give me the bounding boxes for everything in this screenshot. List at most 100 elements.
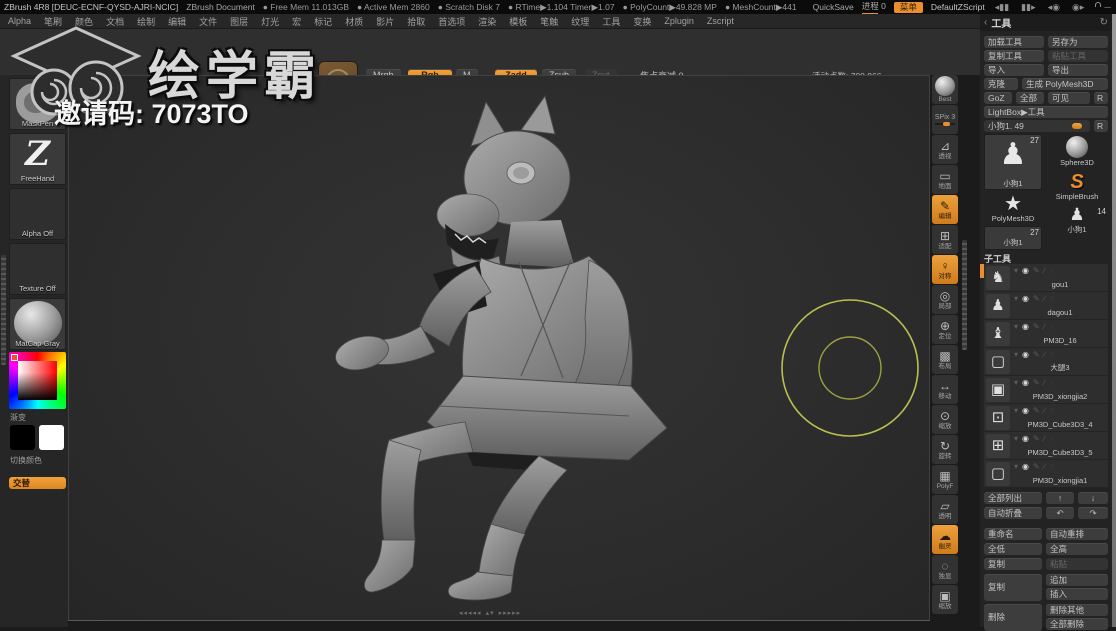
undo-arrow-button[interactable]: ↶ [1046, 507, 1074, 519]
chevron-down-icon[interactable]: ▾ [1014, 266, 1018, 275]
frame-button[interactable]: ⊞ 适配 [932, 225, 958, 254]
menu-tool[interactable]: 工具 [602, 15, 620, 28]
menu-material[interactable]: 材质 [345, 15, 363, 28]
clone-button[interactable]: 克隆 [984, 78, 1018, 90]
default-zscript-button[interactable]: DefaultZScript [931, 2, 985, 12]
minimize-button[interactable]: ─ [1102, 2, 1112, 12]
pen-icon[interactable]: ∕ [1044, 322, 1045, 331]
active-tool-slider[interactable]: 小狗1. 49 [984, 120, 1090, 132]
tray-divider[interactable] [1, 255, 6, 365]
subtool-row-dagou1[interactable]: ♟ ▾ ◉ ✎ ∕ ◌ dagou1 [984, 292, 1108, 320]
goz-r-button[interactable]: R [1094, 92, 1108, 104]
ghost-button[interactable]: ☁ 幽灵 [932, 525, 958, 554]
chevron-down-icon[interactable]: ▾ [1014, 434, 1018, 443]
canvas-scroll-control[interactable]: ◂◂◂◂◂ ▴▾ ▸▸▸▸▸ [459, 609, 521, 617]
goz-visible-button[interactable]: 可见 [1048, 92, 1090, 104]
subtool-row-cube3d34[interactable]: ⊡ ▾ ◉ ✎ ∕ ◌ PM3D_Cube3D3_4 [984, 404, 1108, 432]
switch-color-label[interactable]: 切换颜色 [10, 455, 42, 466]
active-tool-thumbnail[interactable]: ♟ 27 小狗1 [984, 134, 1042, 190]
doc-zoom-button[interactable]: ▣ 缩放 [932, 585, 958, 614]
eye-icon[interactable]: ◉ [1022, 266, 1029, 275]
menu-transform[interactable]: 变换 [633, 15, 651, 28]
all-low-button[interactable]: 全低 [984, 543, 1042, 555]
goz-all-button[interactable]: 全部 [1016, 92, 1044, 104]
paint-icon[interactable]: ✎ [1033, 434, 1040, 443]
chevron-down-icon[interactable]: ▾ [1014, 350, 1018, 359]
subtool-row-cube3d35[interactable]: ⊞ ▾ ◉ ✎ ∕ ◌ PM3D_Cube3D3_5 [984, 432, 1108, 460]
solo-button[interactable]: ◌ 独显 [932, 555, 958, 584]
chevron-down-icon[interactable]: ▾ [1014, 378, 1018, 387]
subtool-row-datui3[interactable]: ▢ ▾ ◉ ✎ ∕ ◌ 大腿3 [984, 348, 1108, 376]
secondary-color-swatch[interactable] [39, 425, 64, 450]
panel-divider[interactable] [962, 240, 967, 350]
copy-subtool-button[interactable]: 复制 [984, 558, 1042, 570]
ring-icon[interactable]: ◌ [1049, 350, 1054, 359]
material-selector[interactable]: MatCap Gray [9, 298, 66, 350]
all-high-button[interactable]: 全高 [1046, 543, 1108, 555]
pen-icon[interactable]: ∕ [1044, 350, 1045, 359]
menu-alpha[interactable]: Alpha [8, 16, 31, 26]
ring-icon[interactable]: ◌ [1049, 434, 1054, 443]
floor-button[interactable]: ▭ 地面 [932, 165, 958, 194]
paste-subtool-button[interactable]: 粘贴 [1046, 558, 1108, 570]
ring-icon[interactable]: ◌ [1049, 294, 1054, 303]
transparency-button[interactable]: ▱ 透明 [932, 495, 958, 524]
view-next-icon[interactable]: ◉▸ [1070, 2, 1086, 13]
scroll-right-arrows[interactable]: ▸▸▸▸▸ [499, 609, 522, 617]
progress-slider[interactable]: 进程 0 [861, 0, 886, 15]
ring-icon[interactable]: ◌ [1049, 266, 1054, 275]
tool-item-polymesh3d[interactable]: ★ PolyMesh3D [984, 194, 1042, 223]
rotate-button[interactable]: ↻ 旋转 [932, 435, 958, 464]
chevron-down-icon[interactable]: ▾ [1014, 462, 1018, 471]
eye-icon[interactable]: ◉ [1022, 322, 1029, 331]
menu-color[interactable]: 颜色 [75, 15, 93, 28]
menu-brush[interactable]: 笔刷 [44, 15, 62, 28]
gyro-button[interactable]: ⊕ 定位 [932, 315, 958, 344]
brush-selector[interactable]: MaskPen [9, 78, 66, 130]
eye-icon[interactable]: ◉ [1022, 378, 1029, 387]
menu-movie[interactable]: 影片 [376, 15, 394, 28]
chevron-down-icon[interactable]: ▾ [1014, 294, 1018, 303]
insert-button[interactable]: 插入 [1046, 588, 1108, 600]
paint-icon[interactable]: ✎ [1033, 462, 1040, 471]
paint-icon[interactable]: ✎ [1033, 294, 1040, 303]
eye-icon[interactable]: ◉ [1022, 294, 1029, 303]
color-picker-square[interactable] [18, 361, 57, 400]
pen-icon[interactable]: ∕ [1044, 294, 1045, 303]
tool-item-simplebrush[interactable]: S SimpleBrush [1046, 172, 1108, 201]
delete-all-button[interactable]: 全部删除 [1046, 618, 1108, 630]
subtool-down-button[interactable]: ↓ [1078, 492, 1108, 504]
goz-button[interactable]: GoZ [984, 92, 1012, 104]
symmetry-button[interactable]: ♀ 对称 [932, 255, 958, 284]
ring-icon[interactable]: ◌ [1049, 406, 1054, 415]
menu-render[interactable]: 渲染 [478, 15, 496, 28]
menu-document[interactable]: 文档 [106, 15, 124, 28]
subtool-row-pm3d16[interactable]: ♝ ▾ ◉ ✎ ∕ ◌ PM3D_16 [984, 320, 1108, 348]
color-picker[interactable] [9, 352, 66, 409]
menu-stroke[interactable]: 笔触 [540, 15, 558, 28]
alt-color-button[interactable]: 交替 [9, 477, 66, 489]
tool-item-dog-prev[interactable]: 27 小狗1 [984, 226, 1042, 250]
move-button[interactable]: ↔ 移动 [932, 375, 958, 404]
auto-reorder-button[interactable]: 自动重排 [1046, 528, 1108, 540]
rename-button[interactable]: 重命名 [984, 528, 1042, 540]
next-doc-icon[interactable]: ▮▮▸ [1019, 2, 1037, 13]
slider-r-button[interactable]: R [1094, 120, 1108, 132]
redo-arrow-button[interactable]: ↷ [1078, 507, 1108, 519]
menu-picker[interactable]: 拾取 [407, 15, 425, 28]
paint-icon[interactable]: ✎ [1033, 266, 1040, 275]
menu-stencil[interactable]: 模板 [509, 15, 527, 28]
menu-light[interactable]: 灯光 [261, 15, 279, 28]
tool-item-sphere3d[interactable]: Sphere3D [1046, 136, 1108, 167]
layout-button[interactable]: ▩ 布局 [932, 345, 958, 374]
paste-tool-button[interactable]: 粘贴工具 [1048, 50, 1108, 62]
pen-icon[interactable]: ∕ [1044, 462, 1045, 471]
list-all-button[interactable]: 全部列出 [984, 492, 1042, 504]
main-color-swatch[interactable] [10, 425, 35, 450]
paint-icon[interactable]: ✎ [1033, 322, 1040, 331]
sculpt-canvas[interactable]: ◂◂◂◂◂ ▴▾ ▸▸▸▸▸ [68, 75, 930, 621]
edit-mode-button[interactable]: ✎ 编辑 [932, 195, 958, 224]
spix-slider[interactable]: SPix 3 [932, 105, 958, 134]
persp-button[interactable]: ⊿ 透视 [932, 135, 958, 164]
subtool-up-button[interactable]: ↑ [1046, 492, 1074, 504]
